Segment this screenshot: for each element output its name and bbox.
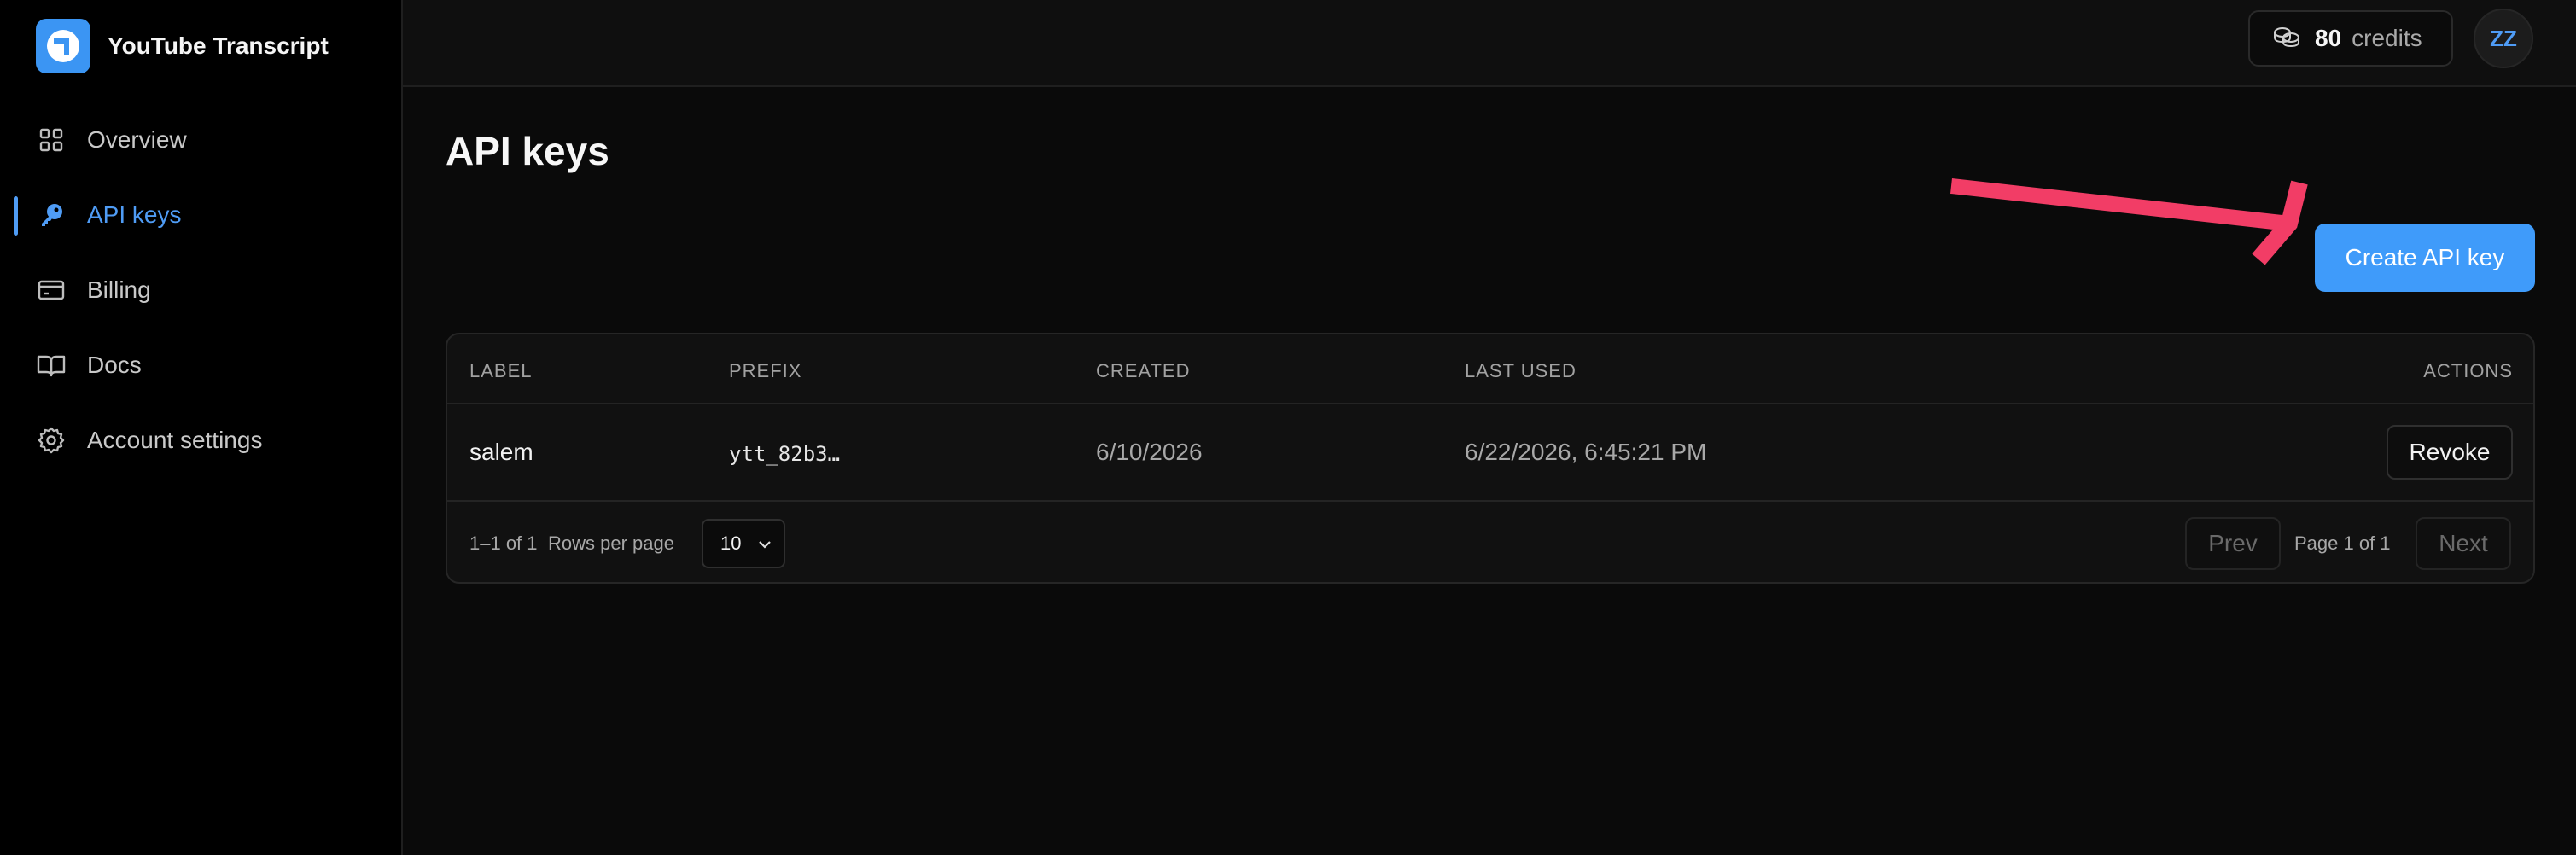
column-header-prefix: PREFIX <box>729 360 802 381</box>
brand[interactable]: YouTube Transcript <box>36 19 329 73</box>
credits-badge[interactable]: 80 credits <box>2248 10 2453 67</box>
sidebar-nav: Overview API keys Billing Docs Account s… <box>0 102 403 478</box>
credits-value: 80 <box>2315 25 2342 51</box>
prev-page-button[interactable]: Prev <box>2185 517 2281 570</box>
column-header-actions: ACTIONS <box>2423 360 2513 381</box>
page-info: Page 1 of 1 <box>2294 532 2391 554</box>
sidebar-item-billing[interactable]: Billing <box>0 253 403 328</box>
page-title: API keys <box>446 129 609 173</box>
book-icon <box>36 350 67 381</box>
credit-card-icon <box>36 275 67 305</box>
key-last-used: 6/22/2026, 6:45:21 PM <box>1465 439 1707 465</box>
key-icon <box>36 200 67 230</box>
sidebar-item-overview[interactable]: Overview <box>0 102 403 177</box>
credits-label: credits <box>2352 25 2422 51</box>
app-logo-icon <box>36 19 90 73</box>
gear-icon <box>36 425 67 456</box>
key-prefix: ytt_82b3… <box>729 442 841 466</box>
column-header-created: CREATED <box>1096 360 1191 381</box>
table-header: LABEL PREFIX CREATED LAST USED ACTIONS <box>447 334 2533 404</box>
active-indicator <box>14 196 18 236</box>
sidebar: YouTube Transcript Overview API keys Bil… <box>0 0 403 855</box>
api-keys-table: LABEL PREFIX CREATED LAST USED ACTIONS s… <box>446 333 2535 584</box>
sidebar-item-label: Overview <box>87 126 187 153</box>
rows-per-page-label: Rows per page <box>548 532 674 554</box>
key-label: salem <box>469 439 533 465</box>
avatar-initials: ZZ <box>2490 25 2517 51</box>
app-title: YouTube Transcript <box>108 32 329 59</box>
table-pagination: 1–1 of 1 Rows per page 10 Prev Page 1 of… <box>447 502 2533 582</box>
sidebar-item-label: Account settings <box>87 427 263 453</box>
rows-per-page-value: 10 <box>720 532 742 554</box>
pagination-range: 1–1 of 1 <box>469 532 538 554</box>
sidebar-item-label: API keys <box>87 201 182 228</box>
create-api-key-button[interactable]: Create API key <box>2315 224 2535 292</box>
sidebar-item-api-keys[interactable]: API keys <box>0 177 403 253</box>
sidebar-item-account-settings[interactable]: Account settings <box>0 403 403 478</box>
rows-per-page-select[interactable]: 10 <box>702 519 785 568</box>
column-header-label: LABEL <box>469 360 533 381</box>
coins-icon <box>2272 26 2301 52</box>
column-header-last-used: LAST USED <box>1465 360 1576 381</box>
sidebar-item-label: Docs <box>87 352 142 378</box>
key-created: 6/10/2026 <box>1096 439 1203 465</box>
table-row: salem ytt_82b3… 6/10/2026 6/22/2026, 6:4… <box>447 404 2533 502</box>
sidebar-item-label: Billing <box>87 276 151 303</box>
avatar[interactable]: ZZ <box>2474 9 2533 68</box>
top-bar: 80 credits ZZ <box>403 0 2576 87</box>
annotation-arrow-icon <box>1950 178 2308 265</box>
next-page-button[interactable]: Next <box>2416 517 2511 570</box>
grid-icon <box>36 125 67 155</box>
chevron-down-icon <box>759 541 771 549</box>
sidebar-item-docs[interactable]: Docs <box>0 328 403 403</box>
revoke-button[interactable]: Revoke <box>2387 425 2513 480</box>
